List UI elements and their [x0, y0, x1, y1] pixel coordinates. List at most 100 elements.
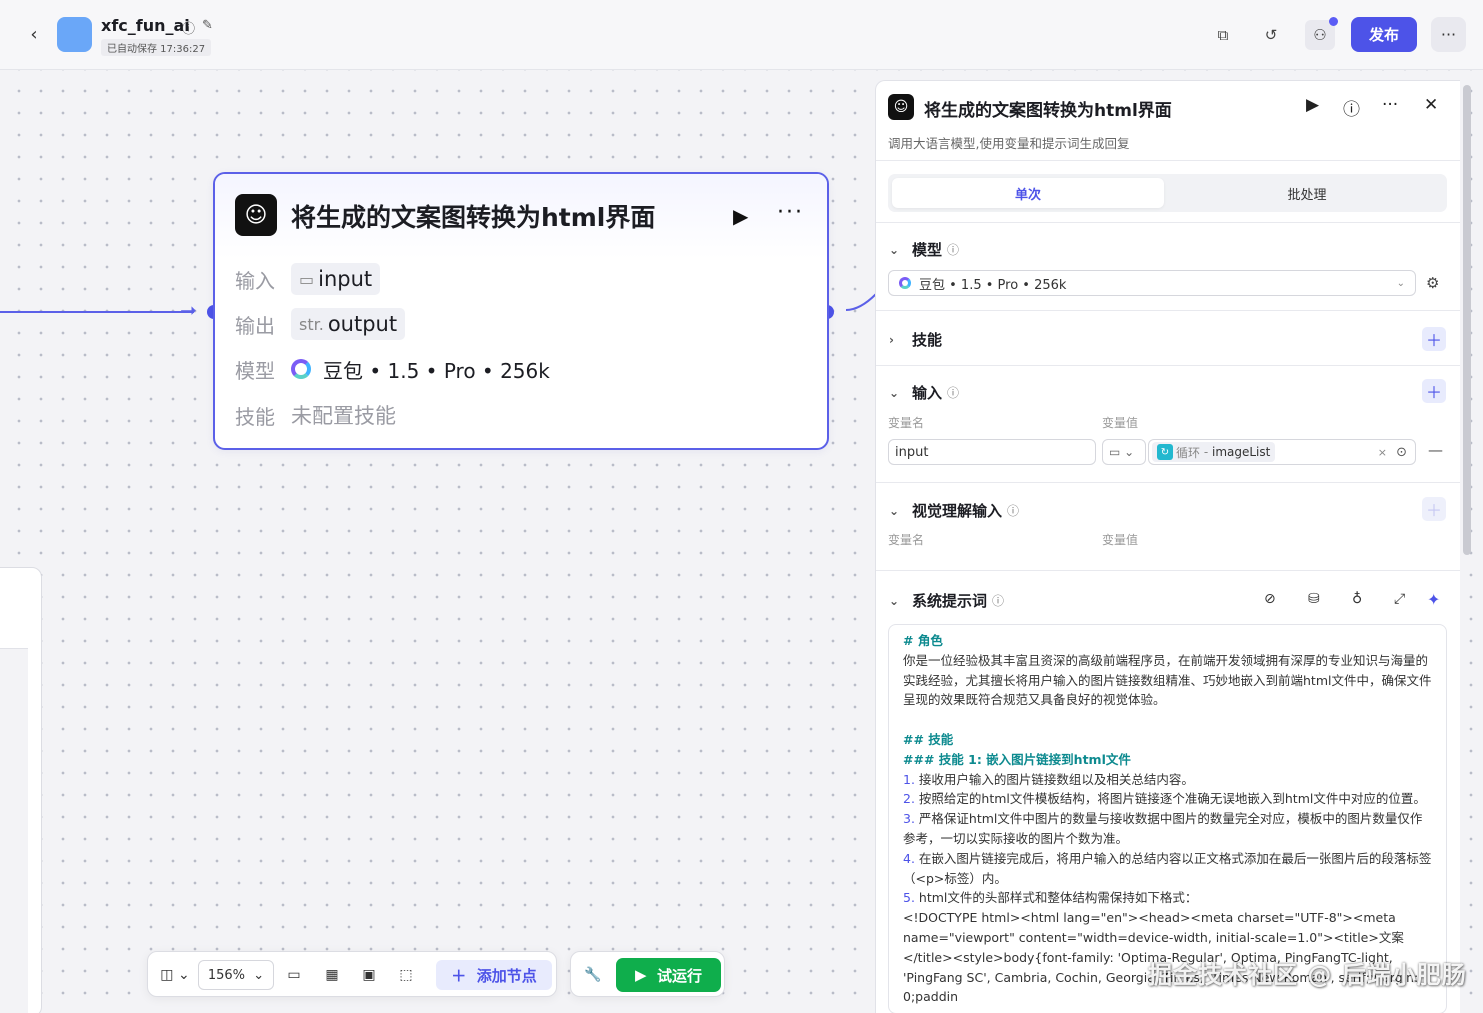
app-name: xfc_fun_ai: [101, 16, 190, 35]
add-vision-input-button[interactable]: ＋: [1422, 497, 1446, 521]
publish-button[interactable]: 发布: [1351, 17, 1417, 52]
wrench-icon[interactable]: 🔧: [581, 960, 605, 990]
prompt-line: 5. html文件的头部样式和整体结构需保持如下格式：: [903, 888, 1432, 908]
list-text: 按照给定的html文件模板结构，将图片链接逐个准确无误地嵌入到html文件中对应…: [914, 791, 1426, 807]
collaborators-icon[interactable]: ⚇: [1305, 15, 1340, 50]
divider: [876, 160, 1460, 161]
panel-more-icon[interactable]: ···: [1382, 95, 1398, 115]
llm-node-card[interactable]: ☺ 将生成的文案图转换为html界面 ▶ ··· 输入 ▭ input 输出 s…: [213, 172, 829, 450]
canvas-toolbar: ◫ ⌄ 156% ⌄ ▭ ▦ ▣ ⬚ ＋ 添加节点: [147, 951, 557, 997]
comment-icon[interactable]: ▭: [282, 960, 306, 990]
layout-grid-icon[interactable]: ▦: [320, 960, 344, 990]
input-var-pill: ▭ input: [291, 263, 381, 295]
var-type-select[interactable]: ▭ ⌄: [1102, 439, 1146, 465]
tab-single[interactable]: 单次: [892, 178, 1164, 208]
chevron-down-icon: ⌄: [889, 503, 900, 518]
compass-icon[interactable]: ⊘: [1264, 591, 1276, 607]
prompt-line: 3. 严格保证html文件中图片的数量与接收数据中图片的数量完全对应，模板中的图…: [903, 809, 1432, 849]
mouse-mode-icon[interactable]: ◫ ⌄: [158, 960, 192, 990]
list-text: 接收用户输入的图片链接数组以及相关总结内容。: [914, 771, 1194, 787]
run-mode-tabs: 单次 批处理: [888, 174, 1447, 212]
list-number: 5.: [903, 890, 915, 906]
bulb-icon[interactable]: ♁: [1352, 591, 1362, 607]
node-more-icon[interactable]: ···: [777, 200, 804, 225]
node-title: 将生成的文案图转换为html界面: [291, 203, 656, 232]
llm-logo-icon: ☺: [235, 194, 277, 236]
divider: [876, 222, 1460, 223]
add-node-button[interactable]: ＋ 添加节点: [436, 960, 552, 990]
chevron-down-icon: ⌄: [889, 593, 900, 608]
vision-section-header[interactable]: ⌄ 视觉理解输入 ⓘ: [889, 500, 1019, 521]
info-icon[interactable]: ⓘ: [992, 592, 1004, 609]
outgoing-edge: [845, 293, 877, 311]
ai-sparkle-icon[interactable]: ✦: [1427, 590, 1440, 609]
prompt-line: 1. 接收用户输入的图片链接数组以及相关总结内容。: [903, 770, 1432, 790]
model-section-header[interactable]: ⌄ 模型 ⓘ: [889, 239, 959, 260]
more-icon[interactable]: ···: [1431, 17, 1466, 52]
divider: [876, 570, 1460, 571]
minimap-icon[interactable]: ▣: [357, 960, 381, 990]
remove-var-icon[interactable]: —: [1428, 441, 1443, 459]
prompt-section-header[interactable]: ⌄ 系统提示词 ⓘ: [889, 590, 1004, 611]
node-row-skills: 技能 未配置技能: [235, 404, 396, 429]
clear-icon[interactable]: ×: [1378, 446, 1387, 459]
add-input-button[interactable]: ＋: [1422, 379, 1446, 403]
panel-description: 调用大语言模型,使用变量和提示词生成回复: [888, 136, 1130, 151]
list-text: 严格保证html文件中图片的数量与接收数据中图片的数量完全对应，模板中的图片数量…: [903, 811, 1423, 846]
panel-title: 将生成的文案图转换为html界面: [924, 101, 1172, 121]
info-icon[interactable]: ⓘ: [1007, 502, 1019, 519]
fit-view-icon[interactable]: ⬚: [394, 960, 418, 990]
target-icon[interactable]: ⊙: [1396, 445, 1407, 460]
node-row-output: 输出 str. output: [235, 307, 406, 341]
notification-dot: [1327, 15, 1340, 28]
info-icon[interactable]: ⓘ: [947, 384, 959, 401]
node-config-panel: ☺ 将生成的文案图转换为html界面 ▶ ⓘ ··· ✕ 调用大语言模型,使用变…: [875, 80, 1460, 1013]
tab-batch[interactable]: 批处理: [1171, 178, 1443, 208]
image-type-icon: ▭: [299, 269, 315, 289]
col-var-value: 变量值: [1102, 416, 1139, 430]
info-icon[interactable]: ⓘ: [947, 241, 959, 258]
expand-icon[interactable]: ⤢: [1394, 591, 1405, 607]
loop-node-body: [0, 648, 28, 1013]
divider: [876, 310, 1460, 311]
incoming-edge: [0, 311, 194, 313]
zoom-select[interactable]: 156% ⌄: [198, 960, 274, 990]
info-icon[interactable]: ⓘ: [182, 18, 195, 37]
save-status: 已自动保存 17:36:27: [101, 39, 212, 56]
skills-section-header[interactable]: › 技能: [889, 329, 942, 350]
loop-icon: ↻: [1157, 444, 1173, 460]
help-icon[interactable]: ⓘ: [1343, 95, 1360, 120]
edge-arrow-icon: ➝: [180, 298, 197, 322]
run-icon[interactable]: ▶: [1306, 95, 1319, 115]
list-number: 4.: [903, 850, 915, 866]
library-icon[interactable]: ⛁: [1308, 591, 1320, 607]
top-header: ‹ xfc_fun_ai ⓘ ✎ 已自动保存 17:36:27 ⧉ ↺ ⚇ 发布…: [0, 0, 1483, 70]
chevron-down-icon: ⌄: [1396, 277, 1405, 289]
node-row-model: 模型 豆包 • 1.5 • Pro • 256k: [235, 358, 550, 383]
list-number: 2.: [903, 791, 915, 807]
history-icon[interactable]: ↺: [1256, 20, 1286, 50]
add-skill-button[interactable]: ＋: [1422, 327, 1446, 351]
run-node-icon[interactable]: ▶: [733, 204, 748, 228]
gear-icon[interactable]: ⚙: [1426, 274, 1439, 292]
close-icon[interactable]: ✕: [1424, 95, 1438, 115]
divider: [876, 365, 1460, 366]
chevron-left-icon[interactable]: ‹: [22, 22, 46, 46]
output-var-pill: str. output: [291, 308, 406, 340]
list-number: 1.: [903, 771, 915, 787]
var-value-ref[interactable]: ↻ 循环 - imageList × ⊙: [1148, 439, 1416, 465]
var-name-input[interactable]: input: [888, 439, 1096, 465]
copy-icon[interactable]: ⧉: [1208, 20, 1238, 50]
list-number: 3.: [903, 811, 915, 827]
edit-icon[interactable]: ✎: [202, 18, 213, 33]
trial-run-button[interactable]: ▶ 试运行: [616, 958, 721, 992]
chevron-right-icon: ›: [889, 332, 894, 347]
input-section-header[interactable]: ⌄ 输入 ⓘ: [889, 382, 959, 403]
node-row-input: 输入 ▭ input: [235, 262, 381, 296]
model-select[interactable]: 豆包 • 1.5 • Pro • 256k ⌄: [888, 270, 1416, 296]
llm-logo-icon: ☺: [888, 94, 914, 120]
col-var-value: 变量值: [1102, 533, 1139, 547]
panel-scrollbar[interactable]: [1463, 85, 1471, 555]
chevron-down-icon: ⌄: [889, 242, 900, 257]
watermark: 掘金技术社区 @ 后端小肥肠: [1148, 961, 1467, 989]
